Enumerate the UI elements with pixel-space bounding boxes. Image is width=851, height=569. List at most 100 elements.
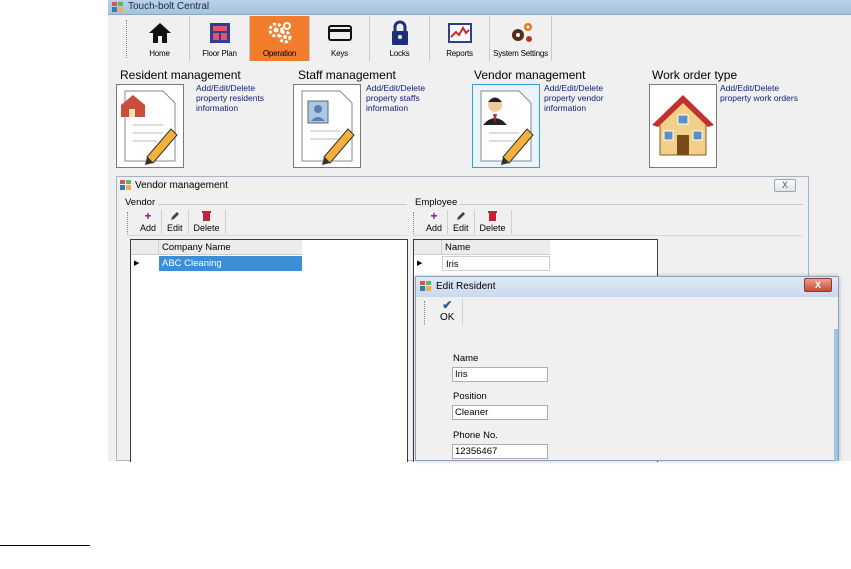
staff-management-title: Staff management — [298, 68, 396, 82]
ribbon-system-settings-button[interactable]: System Settings — [490, 16, 552, 61]
ribbon-home-label: Home — [149, 49, 170, 58]
resident-management-panel: Resident management Add/Edit/Delete prop… — [116, 68, 290, 170]
ribbon-locks-button[interactable]: Locks — [370, 16, 430, 61]
work-order-type-description: Add/Edit/Delete property work orders — [720, 83, 798, 103]
row-selector-arrow-icon: ▶ — [134, 260, 140, 267]
employee-edit-button[interactable]: Edit — [448, 210, 475, 234]
employee-delete-button[interactable]: Delete — [475, 210, 512, 234]
staff-management-description: Add/Edit/Delete property staffs informat… — [366, 83, 426, 113]
checkmark-icon: ✔ — [442, 298, 453, 312]
resident-management-description: Add/Edit/Delete property residents infor… — [196, 83, 265, 113]
employee-grid-header: Name — [414, 240, 550, 255]
vendor-cell-company[interactable]: ABC Cleaning — [159, 256, 302, 271]
vendor-grid: Company Name ▶ ABC Cleaning — [130, 239, 408, 462]
house-icon[interactable] — [649, 84, 717, 168]
edit-resident-dialog: Edit Resident X ✔ OK Name Position Phone… — [415, 276, 839, 461]
ribbon-operation-button[interactable]: Operation — [250, 16, 310, 61]
table-row[interactable]: ▶ ABC Cleaning — [131, 256, 302, 271]
window-icon — [120, 180, 131, 190]
work-order-type-panel: Work order type Add/Edit/Delete property… — [649, 68, 822, 170]
name-field[interactable] — [452, 367, 548, 382]
ribbon-floor-plan-label: Floor Plan — [202, 49, 237, 58]
settings-gears-icon — [508, 20, 534, 46]
ribbon-home-button[interactable]: Home — [130, 16, 190, 61]
employee-groupbox: Employee — [415, 197, 803, 208]
ribbon-operation-label: Operation — [262, 49, 297, 58]
home-icon — [147, 20, 173, 46]
window-icon — [420, 281, 431, 291]
ribbon-keys-label: Keys — [331, 49, 348, 58]
vendor-edit-label: Edit — [167, 223, 183, 233]
vendor-management-panel: Vendor management Add/Edit/Delete proper… — [472, 68, 649, 170]
vendor-group-label: Vendor — [125, 197, 159, 208]
name-label: Name — [453, 353, 479, 364]
vendor-management-description: Add/Edit/Delete property vendor informat… — [544, 83, 604, 113]
title-bar: Touch-bolt Central — [108, 0, 851, 15]
vendor-delete-label: Delete — [193, 223, 220, 233]
vendor-grid-header: Company Name — [131, 240, 302, 255]
padlock-icon — [387, 20, 413, 46]
report-chart-icon — [447, 20, 473, 46]
employee-edit-label: Edit — [453, 223, 469, 233]
phone-field[interactable] — [452, 444, 548, 459]
vendor-window-title: Vendor management — [135, 180, 228, 191]
trash-icon — [487, 210, 499, 222]
toolstrip-grip — [127, 212, 131, 234]
vendor-groupbox: Vendor — [125, 197, 407, 208]
ok-button[interactable]: ✔ OK — [434, 298, 464, 325]
edit-dialog-toolbar: ✔ OK — [420, 299, 836, 329]
vendor-edit-button[interactable]: Edit — [162, 210, 189, 234]
position-field[interactable] — [452, 405, 548, 420]
ribbon-grip — [126, 20, 127, 58]
vendor-document-icon[interactable] — [472, 84, 540, 168]
ribbon-toolbar: Home Floor Plan Operation Keys Locks Rep… — [130, 16, 552, 61]
scrollbar[interactable] — [834, 329, 838, 461]
gears-icon — [267, 20, 293, 46]
staff-document-icon[interactable] — [293, 84, 361, 168]
column-header-company-name[interactable]: Company Name — [162, 242, 231, 253]
toolstrip-grip — [413, 212, 417, 234]
edit-dialog-title-bar: Edit Resident X — [416, 277, 838, 297]
trash-icon — [201, 210, 213, 222]
table-row[interactable]: ▶ Iris — [414, 256, 550, 271]
work-order-type-title: Work order type — [652, 68, 738, 82]
vendor-management-title: Vendor management — [474, 68, 586, 82]
row-header-corner — [414, 240, 442, 255]
ribbon-reports-button[interactable]: Reports — [430, 16, 490, 61]
floor-plan-icon — [207, 20, 233, 46]
position-label: Position — [453, 391, 487, 402]
window-title: Touch-bolt Central — [128, 1, 210, 12]
divider — [0, 545, 90, 546]
ribbon-reports-label: Reports — [446, 49, 473, 58]
employee-cell-name[interactable]: Iris — [442, 256, 550, 271]
row-header-corner — [131, 240, 159, 255]
employee-group-label: Employee — [415, 197, 461, 208]
column-header-name[interactable]: Name — [445, 242, 470, 253]
ribbon-keys-button[interactable]: Keys — [310, 16, 370, 61]
toolstrip-grip — [424, 301, 428, 325]
ribbon-floor-plan-button[interactable]: Floor Plan — [190, 16, 250, 61]
vendor-add-label: Add — [140, 223, 157, 233]
ribbon-locks-label: Locks — [389, 49, 410, 58]
vendor-delete-button[interactable]: Delete — [189, 210, 226, 234]
employee-add-label: Add — [426, 223, 443, 233]
plus-icon: + — [430, 209, 438, 223]
vendor-toolstrip: + Add Edit Delete — [127, 209, 407, 236]
app-icon — [112, 2, 123, 12]
edit-dialog-close-button[interactable]: X — [804, 278, 832, 292]
staff-management-panel: Staff management Add/Edit/Delete propert… — [293, 68, 468, 170]
resident-management-title: Resident management — [120, 68, 241, 82]
employee-delete-label: Delete — [479, 223, 506, 233]
pencil-icon — [455, 210, 467, 222]
pencil-icon — [169, 210, 181, 222]
row-selector-arrow-icon: ▶ — [417, 260, 423, 267]
vendor-window-close-button[interactable]: X — [774, 179, 796, 192]
employee-add-button[interactable]: + Add — [421, 209, 449, 234]
ok-label: OK — [440, 312, 455, 323]
employee-toolstrip: + Add Edit Delete — [413, 209, 803, 236]
resident-document-icon[interactable] — [116, 84, 184, 168]
phone-label: Phone No. — [453, 430, 498, 441]
plus-icon: + — [144, 209, 152, 223]
edit-dialog-title: Edit Resident — [436, 281, 496, 292]
vendor-add-button[interactable]: + Add — [135, 209, 163, 234]
